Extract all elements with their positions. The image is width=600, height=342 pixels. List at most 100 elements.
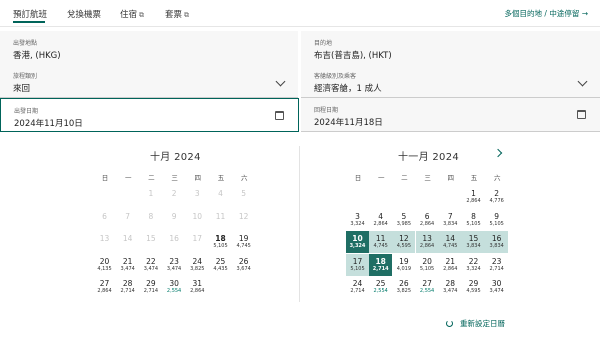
weekday-label: 五	[217, 174, 225, 182]
tab-redeem[interactable]: 兌換機票	[67, 8, 101, 20]
calendar-day[interactable]: 2 4,776	[485, 186, 508, 208]
calendar-day[interactable]: 20 5,105	[416, 254, 439, 276]
day-price: 2,864	[419, 243, 435, 250]
calendar-day[interactable]: 11 4,745	[369, 231, 393, 254]
day-number: 25	[375, 279, 386, 289]
calendar-day[interactable]: 27 2,554	[416, 276, 439, 298]
day-number: 17	[192, 234, 203, 244]
reset-calendar-label: 重新設定日曆	[460, 319, 505, 328]
calendar-day[interactable]: 1 2,864	[462, 186, 485, 208]
day-price: 3,834	[489, 243, 504, 250]
calendar-day[interactable]: 19 4,019	[392, 254, 415, 276]
calendar-day[interactable]: 28 2,714	[116, 276, 139, 298]
calendar-day[interactable]: 24 3,825	[186, 254, 209, 276]
day-number: 7	[447, 211, 453, 221]
calendar-day[interactable]: 23 3,474	[163, 254, 186, 276]
calendar-day[interactable]: 30 3,474	[485, 276, 508, 298]
day-number: 24	[192, 256, 203, 266]
calendar-day[interactable]: 15 3,834	[462, 231, 485, 254]
calendar-day[interactable]: 7 3,834	[439, 209, 462, 231]
day-price: 4,019	[396, 265, 412, 272]
return-date-field[interactable]: 回程日期 2024年11月18日	[301, 98, 600, 132]
calendar-day[interactable]: 29 2,714	[139, 276, 162, 298]
tab-book-flight[interactable]: 預訂航班	[13, 8, 47, 20]
calendar-day[interactable]: 5 3,985	[392, 209, 415, 231]
cabin-value: 經濟客艙，1 成人	[314, 84, 382, 94]
day-price: 5,105	[466, 220, 481, 227]
calendar-day[interactable]: 18 5,105	[209, 231, 232, 253]
next-month-arrow-icon[interactable]	[493, 148, 503, 158]
calendar-day: 9	[163, 209, 186, 231]
calendar-day[interactable]: 16 3,834	[485, 231, 509, 254]
calendar-day[interactable]: 25 4,435	[209, 254, 232, 276]
calendar-day[interactable]: 10 3,324	[346, 231, 369, 254]
tab-packages[interactable]: 套票 ⧉	[165, 8, 189, 20]
calendar-day[interactable]: 20 4,135	[93, 254, 116, 276]
calendar-day[interactable]: 9 5,105	[485, 209, 508, 231]
calendar-day[interactable]: 30 2,554	[163, 276, 186, 298]
day-number: 9	[494, 211, 500, 221]
day-price: 5,105	[419, 265, 435, 272]
calendar-day[interactable]: 24 2,714	[346, 276, 369, 298]
calendar-day: 1	[139, 186, 162, 208]
day-price: 2,714	[489, 265, 504, 272]
calendar-day[interactable]: 31 2,864	[186, 276, 209, 298]
calendar-day[interactable]: 6 2,864	[416, 209, 439, 231]
day-number: 1	[148, 189, 154, 198]
calendar-day[interactable]: 28 3,474	[439, 276, 462, 298]
calendar-day[interactable]: 19 4,745	[232, 231, 255, 253]
day-number: 27	[422, 279, 432, 289]
origin-field[interactable]: 出發地點 香港, (HKG)	[0, 31, 298, 65]
day-number: 12	[238, 211, 249, 221]
chevron-down-icon	[577, 76, 588, 87]
day-number: 23	[491, 256, 502, 266]
calendar-day: 15	[139, 231, 162, 253]
day-number: 4	[378, 211, 384, 221]
day-number: 10	[352, 234, 363, 244]
calendar-day[interactable]: 29 4,595	[462, 276, 485, 298]
day-number: 22	[146, 256, 156, 266]
calendar-day[interactable]: 17 5,105	[346, 253, 369, 276]
calendar-day[interactable]: 21 2,864	[439, 254, 462, 276]
weekday-label: 二	[148, 174, 155, 182]
calendar-day[interactable]: 14 4,745	[438, 231, 462, 254]
day-number: 13	[99, 234, 110, 244]
day-number: 24	[352, 279, 363, 289]
calendar-day[interactable]: 13 2,864	[415, 231, 439, 254]
calendar-day[interactable]: 23 2,714	[485, 254, 508, 276]
day-number: 18	[215, 234, 226, 244]
day-number: 11	[215, 211, 226, 221]
day-number: 22	[468, 256, 479, 266]
trip-type-select[interactable]: 旅程類別 來回	[0, 64, 298, 98]
day-price: 4,595	[396, 243, 412, 250]
calendar-day[interactable]: 26 3,825	[392, 276, 415, 298]
destination-field[interactable]: 目的地 布吉(普吉島), (HKT)	[301, 31, 600, 65]
cabin-passenger-select[interactable]: 客艙級別及乘客 經濟客艙，1 成人	[301, 64, 600, 98]
calendar-day[interactable]: 25 2,554	[369, 276, 392, 298]
calendar-day[interactable]: 18 2,714	[369, 253, 393, 276]
day-price: 2,714	[120, 288, 135, 295]
tab-hotels[interactable]: 住宿 ⧉	[120, 8, 144, 20]
chevron-down-icon	[275, 76, 286, 87]
calendar-day[interactable]: 12 4,595	[392, 231, 416, 254]
calendar-day[interactable]: 22 3,324	[462, 254, 485, 276]
tab-label: 預訂航班	[13, 10, 48, 20]
calendar-day: 16	[163, 231, 186, 253]
depart-date-field[interactable]: 出發日期 2024年11月10日	[0, 98, 299, 132]
reset-calendar-button[interactable]: 重新設定日曆	[446, 318, 505, 329]
calendar-day[interactable]: 4 2,864	[369, 209, 392, 231]
tab-label: 套票	[165, 10, 183, 20]
multi-city-link[interactable]: 多個目的地 / 中途停留 →	[505, 8, 588, 19]
day-price: 2,714	[350, 288, 365, 295]
calendar-day[interactable]: 8 5,105	[462, 209, 485, 231]
origin-value: 香港, (HKG)	[13, 51, 61, 61]
calendar-day[interactable]: 3 3,324	[346, 209, 369, 231]
day-number: 7	[125, 211, 131, 221]
day-price: 3,834	[466, 243, 481, 250]
calendar-day[interactable]: 22 3,474	[139, 254, 162, 276]
refresh-icon	[446, 320, 453, 327]
external-link-icon: ⧉	[139, 11, 145, 19]
calendar-day[interactable]: 27 2,864	[93, 276, 116, 298]
calendar-day[interactable]: 26 3,674	[232, 254, 255, 276]
calendar-day[interactable]: 21 3,474	[116, 254, 139, 276]
